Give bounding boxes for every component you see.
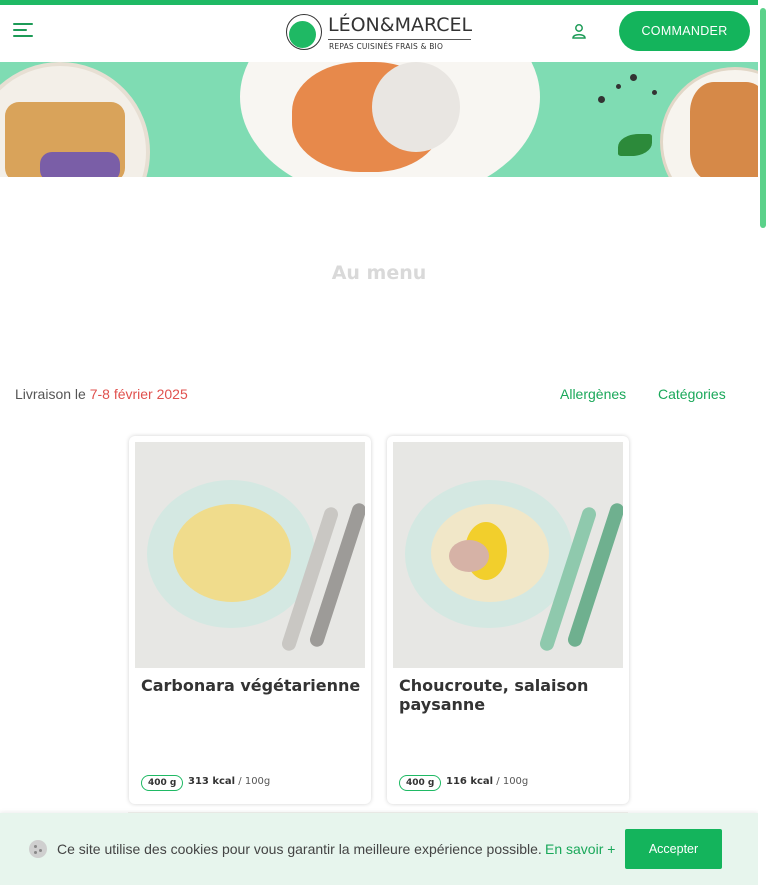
delivery-label: Livraison le [15, 386, 90, 402]
dish-name: Choucroute, salaison paysanne [399, 676, 589, 714]
dish-kcal-value: 116 kcal [446, 776, 494, 787]
hero-peppercorn [630, 74, 637, 81]
dish-card[interactable]: Carbonara végétarienne 400 g 313 kcal / … [129, 436, 371, 804]
scrollbar-thumb[interactable] [760, 8, 766, 228]
cookie-message: Ce site utilise des cookies pour vous ga… [57, 841, 542, 857]
dish-card[interactable]: Choucroute, salaison paysanne 400 g 116 … [387, 436, 629, 804]
accept-cookies-button[interactable]: Accepter [625, 829, 722, 869]
hero-peppercorn [652, 90, 657, 95]
hero-banner-image [0, 62, 758, 177]
user-icon[interactable] [571, 23, 587, 39]
hero-basil-leaf [618, 134, 652, 156]
hero-berries [40, 152, 120, 177]
dish-image [393, 442, 623, 668]
dish-name: Carbonara végétarienne [141, 676, 361, 695]
order-button[interactable]: COMMANDER [619, 11, 750, 51]
dish-weight-badge: 400 g [141, 775, 184, 791]
brand-logo[interactable]: LÉON&MARCEL REPAS CUISINÉS FRAIS & BIO [286, 13, 476, 53]
dish-weight-badge: 400 g [399, 775, 442, 791]
dish-pasta [173, 504, 291, 602]
dish-kcal-unit: / 100g [235, 776, 271, 787]
logo-divider [328, 39, 471, 40]
dish-kcal-unit: / 100g [493, 776, 529, 787]
categories-filter-link[interactable]: Catégories [658, 386, 726, 402]
cookie-banner: Ce site utilise des cookies pour vous ga… [0, 813, 758, 885]
hamburger-menu-icon[interactable] [13, 23, 33, 37]
delivery-date[interactable]: 7-8 février 2025 [90, 386, 188, 402]
hero-sauce [372, 62, 460, 152]
hero-peppercorn [616, 84, 621, 89]
dish-calories: 313 kcal / 100g [188, 776, 270, 787]
dish-kcal-value: 313 kcal [188, 776, 236, 787]
dish-image [135, 442, 365, 668]
hero-peppercorn [598, 96, 605, 103]
allergens-filter-link[interactable]: Allergènes [560, 386, 626, 402]
hero-roasted-dish [690, 82, 758, 177]
dish-calories: 116 kcal / 100g [446, 776, 528, 787]
dish-sausage [449, 540, 489, 572]
site-header: LÉON&MARCEL REPAS CUISINÉS FRAIS & BIO C… [0, 5, 758, 62]
logo-title: LÉON&MARCEL [328, 14, 473, 36]
delivery-info: Livraison le 7-8 février 2025 [15, 386, 188, 402]
logo-subtitle: REPAS CUISINÉS FRAIS & BIO [329, 42, 444, 51]
section-title: Au menu [331, 262, 427, 284]
logo-circle [286, 14, 322, 50]
cookie-icon [29, 840, 47, 858]
cookie-learn-more-link[interactable]: En savoir + [545, 841, 615, 857]
